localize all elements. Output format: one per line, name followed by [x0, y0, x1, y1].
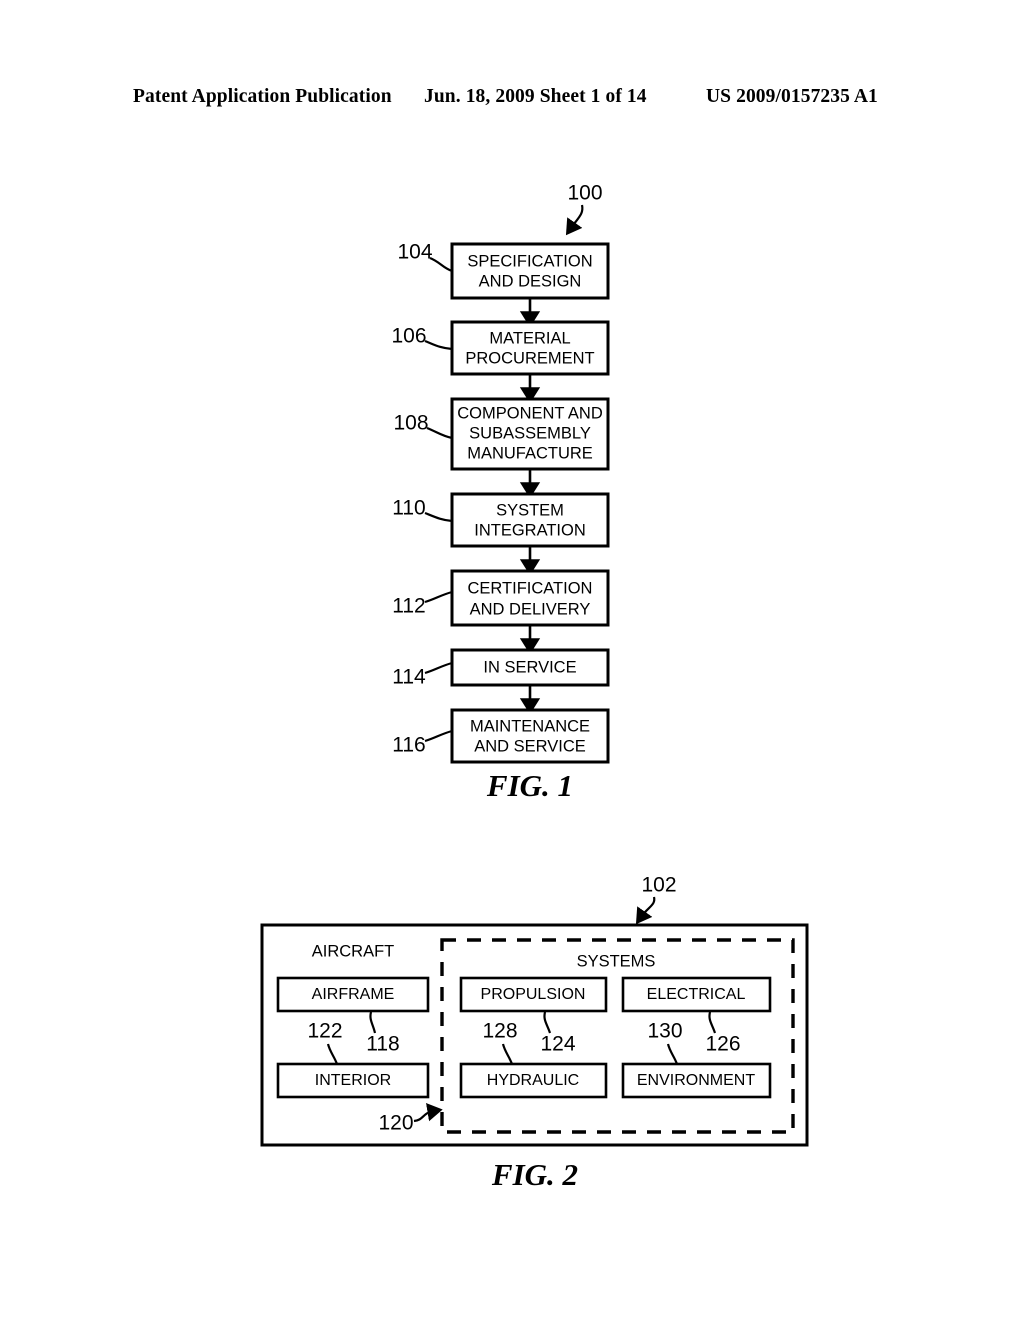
figure1-step-112-line-1: AND DELIVERY: [470, 600, 591, 618]
figure2-diagram-ref: 102: [641, 874, 676, 897]
figure1-step-ref-108: 108: [393, 412, 428, 435]
figure1-step-108-line-0: COMPONENT AND: [457, 404, 603, 422]
figure2-systems-group-ref: 120: [378, 1112, 413, 1135]
figure2-block-ref-124: 124: [540, 1033, 575, 1056]
figure2-block-ref-122: 122: [307, 1020, 342, 1043]
figure1-step-110-line-0: SYSTEM: [496, 501, 564, 519]
figure2-block-label-interior: INTERIOR: [315, 1072, 391, 1089]
figure-1: 100 SPECIFICATION AND DESIGN 104 MATERIA…: [391, 182, 610, 803]
figure1-step-108-line-1: SUBASSEMBLY: [469, 424, 591, 442]
figure1-step-ref-114: 114: [392, 666, 426, 689]
figure1-step-112-line-0: CERTIFICATION: [468, 579, 593, 597]
figure1-step-104-line-0: SPECIFICATION: [467, 252, 592, 270]
figure2-block-label-airframe: AIRFRAME: [312, 986, 395, 1003]
figure1-step-106-line-1: PROCUREMENT: [465, 349, 594, 367]
figure2-block-label-hydraulic: HYDRAULIC: [487, 1072, 579, 1089]
figure2-block-ref-128: 128: [482, 1020, 517, 1043]
figure1-step-ref-116-leader: [424, 729, 453, 743]
figure1-step-108-line-2: MANUFACTURE: [467, 444, 593, 462]
figure1-caption: FIG. 1: [486, 768, 573, 803]
figure2-caption: FIG. 2: [491, 1157, 578, 1192]
figure2-block-ref-130: 130: [647, 1020, 682, 1043]
figure1-step-ref-110: 110: [392, 497, 425, 520]
figures-area: 100 SPECIFICATION AND DESIGN 104 MATERIA…: [0, 0, 1024, 1320]
figure1-step-ref-112: 112: [392, 595, 425, 618]
figure1-diagram-ref-leader: [565, 204, 584, 236]
figure1-step-ref-112-leader: [424, 590, 453, 604]
figure1-step-116-line-1: AND SERVICE: [474, 737, 586, 755]
figure1-step-ref-116: 116: [392, 734, 425, 757]
figure2-aircraft-label: AIRCRAFT: [312, 942, 395, 960]
figure1-step-104-line-1: AND DESIGN: [479, 272, 582, 290]
figure1-step-ref-108-leader: [426, 426, 453, 440]
figure2-block-label-electrical: ELECTRICAL: [647, 986, 746, 1003]
figure2-block-label-propulsion: PROPULSION: [481, 986, 586, 1003]
figure1-step-114-line-0: IN SERVICE: [483, 658, 576, 676]
figure1-step-ref-110-leader: [424, 511, 453, 523]
figure1-step-ref-114-leader: [424, 661, 453, 675]
figure2-block-label-environment: ENVIRONMENT: [637, 1072, 755, 1089]
figure1-step-ref-104-leader: [429, 256, 453, 273]
figures-svg: 100 SPECIFICATION AND DESIGN 104 MATERIA…: [260, 182, 809, 1192]
figure2-block-ref-126: 126: [705, 1033, 740, 1056]
figure-2: 102 AIRCRAFT SYSTEMS AIRFRAME 118 INTERI…: [260, 874, 809, 1192]
figure2-diagram-ref-leader: [635, 896, 656, 925]
figure1-diagram-ref: 100: [567, 182, 602, 205]
figure1-step-110-line-1: INTEGRATION: [474, 521, 586, 539]
figure1-step-116-line-0: MAINTENANCE: [470, 717, 590, 735]
figure1-step-ref-106: 106: [391, 325, 426, 348]
figure1-step-ref-104: 104: [397, 241, 432, 264]
figure2-block-ref-118: 118: [366, 1033, 399, 1056]
figure2-systems-label: SYSTEMS: [577, 952, 656, 970]
patent-page: Patent Application Publication Jun. 18, …: [0, 0, 1024, 1320]
figure1-step-106-line-0: MATERIAL: [489, 329, 570, 347]
figure1-step-ref-106-leader: [424, 339, 453, 351]
